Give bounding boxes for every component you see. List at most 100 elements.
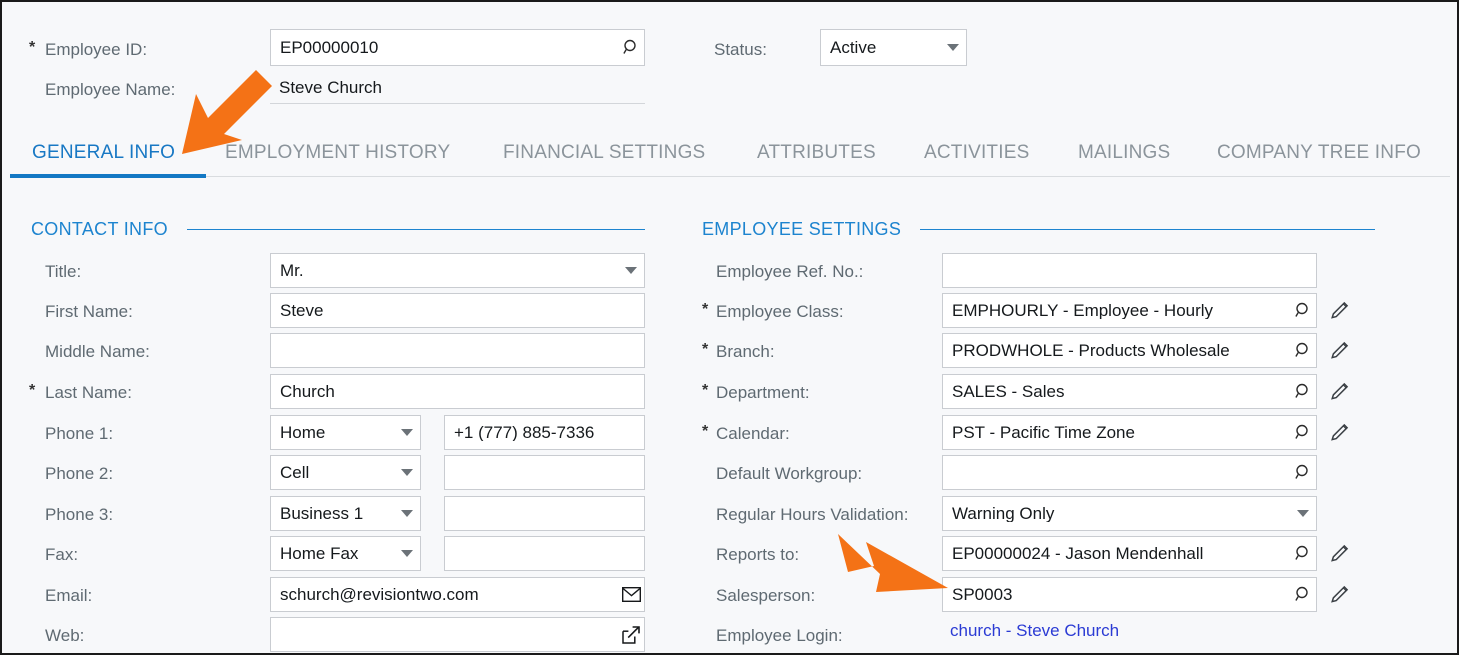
employee-id-required-mark: * bbox=[29, 39, 36, 56]
department-label: Department: bbox=[716, 383, 810, 402]
last-name-label: Last Name: bbox=[45, 383, 132, 402]
search-icon[interactable] bbox=[1290, 578, 1316, 611]
middle-name-label: Middle Name: bbox=[45, 342, 150, 361]
fax-label: Fax: bbox=[45, 545, 79, 564]
chevron-down-icon[interactable] bbox=[1290, 497, 1316, 530]
branch-value: PRODWHOLE - Products Wholesale bbox=[952, 342, 1230, 359]
pencil-icon[interactable] bbox=[1329, 339, 1351, 361]
external-link-icon[interactable] bbox=[618, 618, 644, 651]
branch-input[interactable]: PRODWHOLE - Products Wholesale bbox=[942, 333, 1317, 368]
web-label: Web: bbox=[45, 626, 85, 645]
search-icon[interactable] bbox=[1290, 456, 1316, 489]
tab-activities[interactable]: ACTIVITIES bbox=[924, 132, 1029, 174]
calendar-label: Calendar: bbox=[716, 424, 790, 443]
search-icon[interactable] bbox=[1290, 375, 1316, 408]
tab-financial-settings[interactable]: FINANCIAL SETTINGS bbox=[503, 132, 705, 174]
phone3-type-value: Business 1 bbox=[280, 505, 364, 522]
employee-settings-title: EMPLOYEE SETTINGS bbox=[702, 219, 902, 239]
default-workgroup-label: Default Workgroup: bbox=[716, 464, 863, 483]
phone1-label: Phone 1: bbox=[45, 424, 114, 443]
employee-ref-no-input[interactable] bbox=[942, 253, 1317, 288]
last-name-input[interactable]: Church bbox=[270, 374, 645, 409]
reports-to-value: EP00000024 - Jason Mendenhall bbox=[952, 545, 1204, 562]
pencil-icon[interactable] bbox=[1329, 421, 1351, 443]
branch-required-mark: * bbox=[702, 341, 709, 358]
chevron-down-icon[interactable] bbox=[394, 537, 420, 570]
chevron-down-icon[interactable] bbox=[394, 497, 420, 530]
tab-bar: GENERAL INFO EMPLOYMENT HISTORY FINANCIA… bbox=[2, 132, 1457, 188]
last-name-required-mark: * bbox=[29, 382, 36, 399]
search-icon[interactable] bbox=[1290, 416, 1316, 449]
employee-class-value: EMPHOURLY - Employee - Hourly bbox=[952, 302, 1214, 319]
calendar-value: PST - Pacific Time Zone bbox=[952, 424, 1135, 441]
pencil-icon[interactable] bbox=[1329, 542, 1351, 564]
regular-hours-validation-dropdown[interactable]: Warning Only bbox=[942, 496, 1317, 531]
status-label: Status: bbox=[714, 40, 767, 59]
search-icon[interactable] bbox=[1290, 294, 1316, 327]
phone2-label: Phone 2: bbox=[45, 464, 114, 483]
employee-ref-no-label: Employee Ref. No.: bbox=[716, 262, 864, 281]
department-required-mark: * bbox=[702, 382, 709, 399]
employee-login-link[interactable]: church - Steve Church bbox=[950, 622, 1119, 639]
calendar-input[interactable]: PST - Pacific Time Zone bbox=[942, 415, 1317, 450]
phone2-type-dropdown[interactable]: Cell bbox=[270, 455, 421, 490]
tab-company-tree-info[interactable]: COMPANY TREE INFO bbox=[1217, 132, 1421, 174]
fax-type-dropdown[interactable]: Home Fax bbox=[270, 536, 421, 571]
phone3-input[interactable] bbox=[444, 496, 645, 531]
chevron-down-icon[interactable] bbox=[940, 30, 966, 65]
phone1-value: +1 (777) 885-7336 bbox=[454, 424, 595, 441]
phone1-type-dropdown[interactable]: Home bbox=[270, 415, 421, 450]
chevron-down-icon[interactable] bbox=[394, 416, 420, 449]
title-value: Mr. bbox=[280, 262, 304, 279]
web-input[interactable] bbox=[270, 617, 645, 652]
search-icon[interactable] bbox=[1290, 537, 1316, 570]
employee-name-field: Steve Church bbox=[270, 71, 645, 104]
title-dropdown[interactable]: Mr. bbox=[270, 253, 645, 288]
phone2-input[interactable] bbox=[444, 455, 645, 490]
calendar-required-mark: * bbox=[702, 423, 709, 440]
reports-to-input[interactable]: EP00000024 - Jason Mendenhall bbox=[942, 536, 1317, 571]
middle-name-input[interactable] bbox=[270, 333, 645, 368]
envelope-icon[interactable] bbox=[618, 578, 644, 611]
contact-info-title: CONTACT INFO bbox=[31, 219, 168, 239]
employee-record-page: * Employee ID: EP00000010 Employee Name:… bbox=[0, 0, 1459, 655]
employee-login-label: Employee Login: bbox=[716, 626, 843, 645]
employee-name-value: Steve Church bbox=[279, 78, 382, 96]
email-label: Email: bbox=[45, 586, 93, 605]
employee-class-input[interactable]: EMPHOURLY - Employee - Hourly bbox=[942, 293, 1317, 328]
chevron-down-icon[interactable] bbox=[394, 456, 420, 489]
phone1-input[interactable]: +1 (777) 885-7336 bbox=[444, 415, 645, 450]
first-name-input[interactable]: Steve bbox=[270, 293, 645, 328]
phone3-type-dropdown[interactable]: Business 1 bbox=[270, 496, 421, 531]
email-value: schurch@revisiontwo.com bbox=[280, 586, 479, 603]
email-input[interactable]: schurch@revisiontwo.com bbox=[270, 577, 645, 612]
phone2-type-value: Cell bbox=[280, 464, 310, 481]
department-input[interactable]: SALES - Sales bbox=[942, 374, 1317, 409]
search-icon[interactable] bbox=[618, 30, 644, 65]
tab-mailings[interactable]: MAILINGS bbox=[1078, 132, 1170, 174]
regular-hours-validation-value: Warning Only bbox=[952, 505, 1055, 522]
tab-employment-history[interactable]: EMPLOYMENT HISTORY bbox=[225, 132, 450, 174]
first-name-value: Steve bbox=[280, 302, 324, 319]
tab-attributes[interactable]: ATTRIBUTES bbox=[757, 132, 876, 174]
first-name-label: First Name: bbox=[45, 302, 133, 321]
annotation-arrow-salesperson bbox=[838, 534, 948, 592]
salesperson-input[interactable]: SP0003 bbox=[942, 577, 1317, 612]
pencil-icon[interactable] bbox=[1329, 583, 1351, 605]
pencil-icon[interactable] bbox=[1329, 380, 1351, 402]
default-workgroup-input[interactable] bbox=[942, 455, 1317, 490]
tab-general-info[interactable]: GENERAL INFO bbox=[32, 132, 175, 174]
record-header: * Employee ID: EP00000010 Employee Name:… bbox=[2, 2, 1457, 130]
fax-input[interactable] bbox=[444, 536, 645, 571]
salesperson-label: Salesperson: bbox=[716, 586, 816, 605]
salesperson-value: SP0003 bbox=[952, 586, 1013, 603]
tab-bar-divider bbox=[10, 176, 1450, 177]
status-dropdown[interactable]: Active bbox=[820, 29, 967, 66]
employee-id-field[interactable]: EP00000010 bbox=[270, 29, 645, 66]
chevron-down-icon[interactable] bbox=[618, 254, 644, 287]
tab-active-indicator bbox=[10, 174, 206, 178]
branch-label: Branch: bbox=[716, 342, 775, 361]
search-icon[interactable] bbox=[1290, 334, 1316, 367]
pencil-icon[interactable] bbox=[1329, 299, 1351, 321]
last-name-value: Church bbox=[280, 383, 335, 400]
